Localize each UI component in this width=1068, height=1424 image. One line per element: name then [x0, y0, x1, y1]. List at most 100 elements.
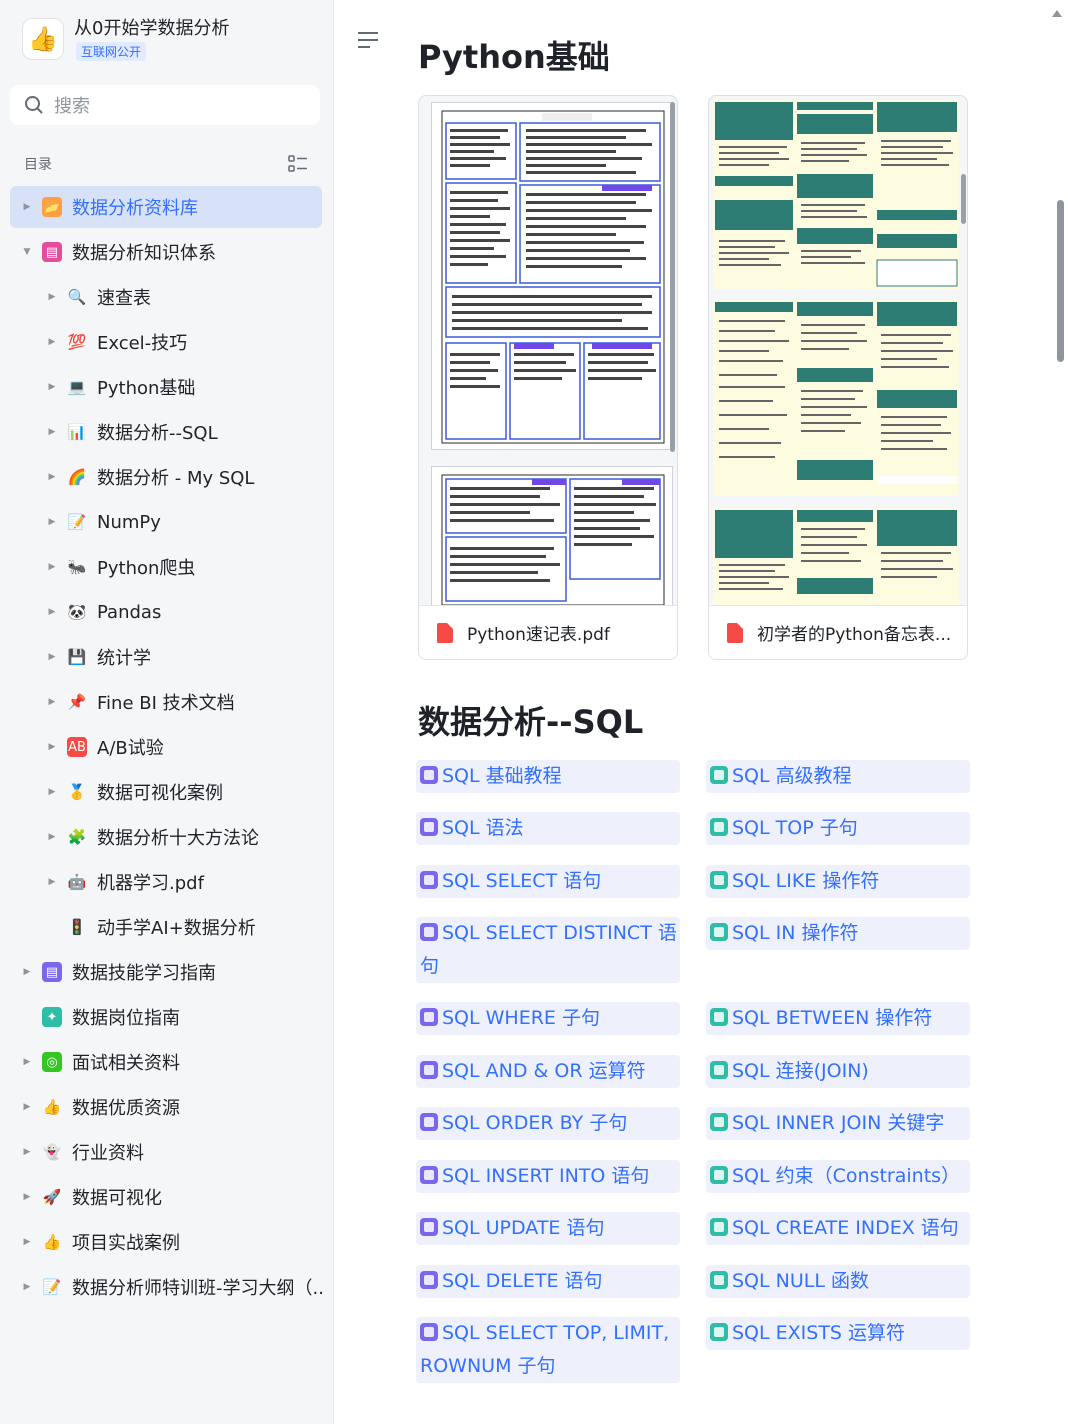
menu-icon[interactable]: [357, 30, 379, 50]
sidebar-item[interactable]: ▶ 📊 数据分析--SQL: [10, 411, 322, 453]
sidebar-item[interactable]: ▶ 💾 统计学: [10, 636, 322, 678]
sql-doc-link[interactable]: SQL SELECT DISTINCT 语句: [416, 917, 680, 983]
sql-doc-link-label: SQL EXISTS 运算符: [732, 1322, 906, 1344]
sidebar-item[interactable]: ▶ 🧩 数据分析十大方法论: [10, 816, 322, 858]
sidebar-item-label: Python爬虫: [97, 558, 196, 579]
preview-scrollbar[interactable]: [670, 102, 675, 452]
sidebar-item-label: 统计学: [97, 648, 151, 669]
scroll-up-arrow-icon[interactable]: [1052, 10, 1062, 17]
sidebar-item[interactable]: ▶ 👍 数据优质资源: [10, 1086, 322, 1128]
sql-doc-link[interactable]: SQL SELECT TOP, LIMIT, ROWNUM 子句: [416, 1317, 680, 1383]
caret-right-icon[interactable]: ▶: [22, 1282, 32, 1292]
sidebar-item[interactable]: ▶ 💯 Excel-技巧: [10, 321, 322, 363]
sql-doc-link[interactable]: SQL EXISTS 运算符: [706, 1317, 970, 1350]
sql-doc-link-label: SQL LIKE 操作符: [732, 870, 880, 892]
sidebar-item[interactable]: ▶ 🚀 数据可视化: [10, 1176, 322, 1218]
doc-link-icon: [420, 1323, 438, 1341]
sidebar-item[interactable]: ▶ ◎ 面试相关资料: [10, 1041, 322, 1083]
caret-right-icon[interactable]: ▶: [47, 652, 57, 662]
caret-right-icon[interactable]: ▶: [22, 1192, 32, 1202]
sidebar-item-label: 行业资料: [72, 1143, 144, 1164]
caret-right-icon[interactable]: ▶: [22, 202, 32, 212]
thumbs-up-icon: 👍: [42, 1233, 62, 1251]
sql-doc-link[interactable]: SQL 语法: [416, 812, 680, 845]
file-name: Python速记表.pdf: [467, 625, 610, 645]
sql-doc-link[interactable]: SQL INNER JOIN 关键字: [706, 1107, 970, 1140]
page-scrollbar[interactable]: [1057, 200, 1064, 362]
caret-right-icon[interactable]: ▶: [22, 1102, 32, 1112]
sidebar-item[interactable]: ▶ AB A/B试验: [10, 726, 322, 768]
sidebar-item[interactable]: ▶ 💻 Python基础: [10, 366, 322, 408]
sql-doc-link[interactable]: SQL 连接(JOIN): [706, 1055, 970, 1088]
sidebar-item[interactable]: ▼ ▤ 数据分析知识体系: [10, 231, 322, 273]
caret-right-icon[interactable]: ▶: [47, 472, 57, 482]
caret-right-icon[interactable]: ▶: [47, 787, 57, 797]
sidebar-item[interactable]: ▶ 👻 行业资料: [10, 1131, 322, 1173]
sidebar-item[interactable]: ▶ 🔍 速查表: [10, 276, 322, 318]
caret-down-icon[interactable]: ▼: [22, 247, 32, 257]
caret-right-icon[interactable]: ▶: [47, 742, 57, 752]
caret-right-icon[interactable]: ▶: [47, 877, 57, 887]
sparkle-doc-icon: ✦: [42, 1007, 62, 1027]
sidebar-item[interactable]: ▶ 🐜 Python爬虫: [10, 546, 322, 588]
toc-outline-icon[interactable]: [288, 154, 308, 174]
doc-link-icon: [710, 1323, 728, 1341]
preview-scrollbar[interactable]: [961, 174, 966, 224]
caret-right-icon[interactable]: ▶: [22, 1147, 32, 1157]
sidebar-item[interactable]: 🚦 动手学AI+数据分析: [10, 906, 322, 948]
sidebar-item[interactable]: ▶ 🐼 Pandas: [10, 591, 322, 633]
floppy-disk-icon: 💾: [67, 648, 87, 666]
caret-right-icon[interactable]: ▶: [22, 1237, 32, 1247]
caret-right-icon[interactable]: ▶: [47, 697, 57, 707]
sql-doc-link-label: SQL SELECT 语句: [442, 870, 602, 892]
sidebar-item[interactable]: ▶ 🥇 数据可视化案例: [10, 771, 322, 813]
doc-link-icon: [420, 1061, 438, 1079]
file-card[interactable]: 初学者的Python备忘表...: [708, 95, 968, 660]
caret-right-icon[interactable]: ▶: [47, 562, 57, 572]
sidebar-item[interactable]: ▶ ▤ 数据技能学习指南: [10, 951, 322, 993]
caret-right-icon[interactable]: ▶: [47, 292, 57, 302]
caret-right-icon[interactable]: ▶: [47, 517, 57, 527]
sidebar-item[interactable]: ▶ 🌈 数据分析 - My SQL: [10, 456, 322, 498]
sidebar-item[interactable]: ▶ 📂 数据分析资料库: [10, 186, 322, 228]
sql-doc-link[interactable]: SQL TOP 子句: [706, 812, 970, 845]
sidebar-item[interactable]: ▶ 📌 Fine BI 技术文档: [10, 681, 322, 723]
caret-right-icon[interactable]: ▶: [47, 337, 57, 347]
sql-doc-link[interactable]: SQL BETWEEN 操作符: [706, 1002, 970, 1035]
caret-right-icon[interactable]: ▶: [47, 832, 57, 842]
sql-doc-link[interactable]: SQL UPDATE 语句: [416, 1212, 680, 1245]
caret-right-icon[interactable]: ▶: [22, 1057, 32, 1067]
sql-doc-link[interactable]: SQL LIKE 操作符: [706, 865, 970, 898]
caret-right-icon[interactable]: ▶: [47, 607, 57, 617]
sql-doc-link-label: SQL 连接(JOIN): [732, 1060, 869, 1082]
search-input[interactable]: 搜索: [10, 85, 320, 125]
file-card[interactable]: Python速记表.pdf: [418, 95, 678, 660]
folder-icon: 📂: [42, 197, 62, 217]
sql-doc-link[interactable]: SQL CREATE INDEX 语句: [706, 1212, 970, 1245]
sidebar-item[interactable]: ▶ 👍 项目实战案例: [10, 1221, 322, 1263]
file-name-row[interactable]: 初学者的Python备忘表...: [709, 605, 967, 659]
sql-doc-link[interactable]: SQL 基础教程: [416, 760, 680, 793]
sql-doc-link[interactable]: SQL 约束（Constraints）: [706, 1160, 970, 1193]
sidebar-item[interactable]: ▶ 🤖 机器学习.pdf: [10, 861, 322, 903]
sql-doc-link[interactable]: SQL INSERT INTO 语句: [416, 1160, 680, 1193]
sql-doc-link[interactable]: SQL ORDER BY 子句: [416, 1107, 680, 1140]
caret-right-icon[interactable]: ▶: [47, 382, 57, 392]
sql-doc-link[interactable]: SQL IN 操作符: [706, 917, 970, 950]
sql-doc-link[interactable]: SQL DELETE 语句: [416, 1265, 680, 1298]
file-name-row[interactable]: Python速记表.pdf: [419, 605, 677, 659]
sql-doc-link[interactable]: SQL 高级教程: [706, 760, 970, 793]
sql-doc-link[interactable]: SQL WHERE 子句: [416, 1002, 680, 1035]
doc-icon: ▤: [42, 962, 62, 982]
sql-doc-link[interactable]: SQL SELECT 语句: [416, 865, 680, 898]
caret-right-icon[interactable]: ▶: [22, 967, 32, 977]
sidebar-item[interactable]: ▶ 📝 数据分析师特训班-学习大纲（...: [10, 1266, 322, 1308]
caret-right-icon[interactable]: ▶: [47, 427, 57, 437]
doc-link-icon: [420, 1008, 438, 1026]
sql-doc-link[interactable]: SQL NULL 函数: [706, 1265, 970, 1298]
sidebar-item-label: Excel-技巧: [97, 333, 188, 354]
sidebar-item[interactable]: ▶ 📝 NumPy: [10, 501, 322, 543]
sidebar-item[interactable]: ✦ 数据岗位指南: [10, 996, 322, 1038]
workspace-header[interactable]: 👍 从0开始学数据分析 互联网公开: [20, 14, 320, 64]
sql-doc-link[interactable]: SQL AND & OR 运算符: [416, 1055, 680, 1088]
